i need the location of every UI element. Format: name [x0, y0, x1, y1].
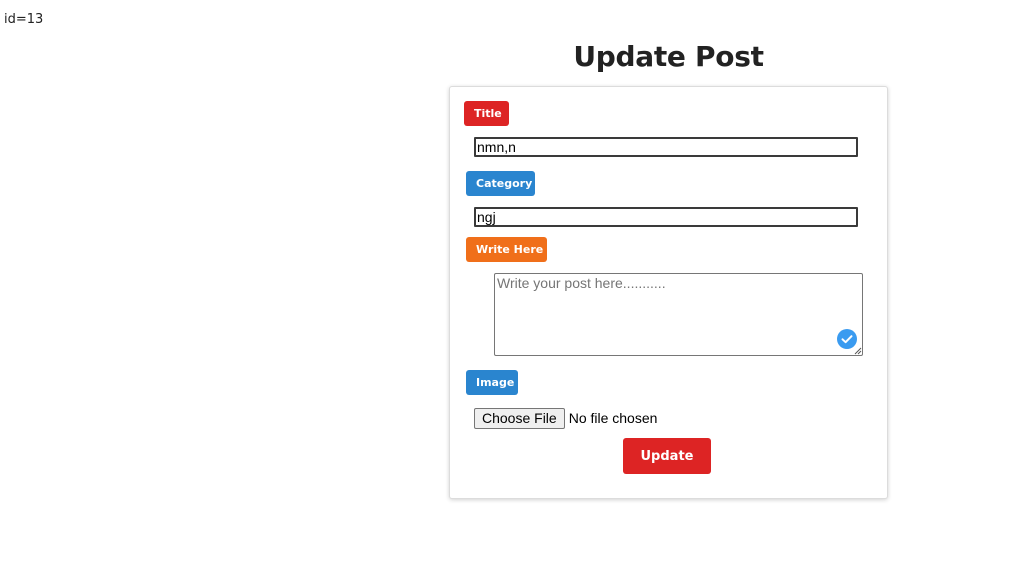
post-content-textarea[interactable]	[494, 273, 863, 356]
check-circle-icon	[837, 329, 857, 349]
post-content-wrapper	[494, 273, 863, 356]
category-input[interactable]	[474, 207, 858, 227]
category-label: Category	[466, 171, 535, 196]
page-title: Update Post	[573, 40, 764, 73]
title-label: Title	[464, 101, 509, 126]
update-button[interactable]: Update	[623, 438, 711, 474]
page: id=13 Update Post Title Category Write H…	[0, 0, 1017, 562]
file-status: No file chosen	[568, 410, 658, 426]
choose-file-button[interactable]: Choose File	[474, 407, 565, 429]
resize-handle-icon[interactable]	[854, 347, 862, 355]
update-post-form: Title Category Write Here Image Choose F…	[449, 86, 888, 499]
title-input[interactable]	[474, 137, 858, 157]
image-label: Image	[466, 370, 518, 395]
id-text: id=13	[4, 12, 44, 27]
write-here-label: Write Here	[466, 237, 547, 262]
image-file-input: Choose File No file chosen	[474, 407, 657, 429]
